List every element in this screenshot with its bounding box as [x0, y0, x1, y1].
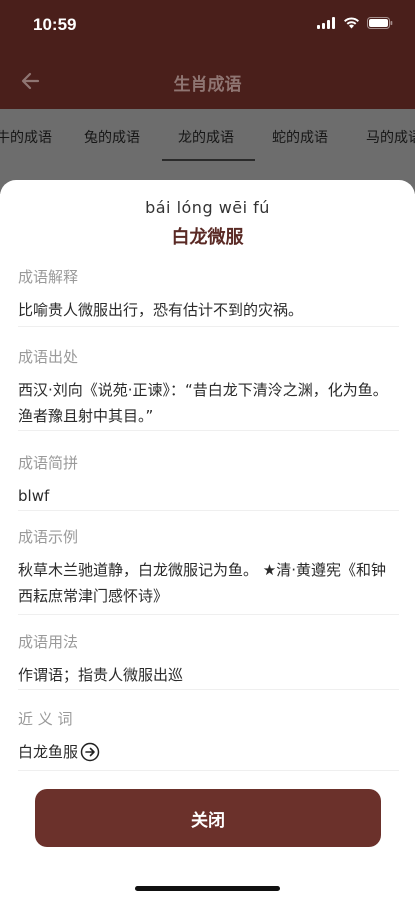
- wifi-icon: [344, 17, 359, 29]
- arrow-right-circle-icon[interactable]: [80, 742, 100, 762]
- meaning-label: 成语解释: [18, 268, 79, 286]
- abbr-label: 成语简拼: [18, 454, 79, 472]
- section-source: 成语出处 西汉·刘向《说苑·正谏》：“昔白龙下清泠之渊，化为鱼。渔者豫且射中其目…: [18, 346, 399, 431]
- status-icons: [317, 17, 393, 29]
- meaning-text: 比喻贵人微服出行，恐有估计不到的灾祸。: [18, 301, 304, 319]
- usage-text: 作谓语；指贵人微服出巡: [18, 666, 184, 684]
- example-text: 秋草木兰驰道静，白龙微服记为鱼。 ★清·黄遵宪《和钟西耘庶常津门感怀诗》: [18, 561, 386, 605]
- home-indicator: [135, 886, 280, 891]
- tab-bar: 牛的成语 兔的成语 龙的成语 蛇的成语 马的成语: [0, 109, 415, 164]
- status-bar: 10:59: [0, 0, 415, 52]
- tab-ox[interactable]: 牛的成语: [0, 127, 52, 147]
- page-title: 生肖成语: [173, 75, 242, 95]
- tab-snake[interactable]: 蛇的成语: [272, 127, 328, 147]
- usage-label: 成语用法: [18, 633, 79, 651]
- section-usage: 成语用法 作谓语；指贵人微服出巡: [18, 631, 399, 690]
- signal-icon: [317, 17, 335, 29]
- close-button[interactable]: 关闭: [35, 789, 381, 847]
- idiom-detail-sheet: bái lóng wēi fú 白龙微服 成语解释 比喻贵人微服出行，恐有估计不…: [0, 180, 415, 900]
- source-label: 成语出处: [18, 348, 79, 366]
- tab-indicator: [162, 159, 255, 161]
- section-synonym: 近 义 词 白龙鱼服: [18, 708, 399, 771]
- abbr-text: blwf: [18, 487, 50, 505]
- idiom-title: 白龙微服: [171, 227, 244, 248]
- tab-horse[interactable]: 马的成语: [366, 127, 415, 147]
- nav-bar: 生肖成语: [0, 52, 415, 109]
- synonym-label: 近 义 词: [18, 710, 73, 728]
- tab-dragon[interactable]: 龙的成语: [178, 127, 234, 147]
- example-label: 成语示例: [18, 528, 79, 546]
- status-time: 10:59: [33, 15, 77, 34]
- section-meaning: 成语解释 比喻贵人微服出行，恐有估计不到的灾祸。: [18, 266, 399, 327]
- idiom-pinyin: bái lóng wēi fú: [145, 198, 270, 217]
- battery-icon: [367, 17, 393, 29]
- tab-rabbit[interactable]: 兔的成语: [84, 127, 140, 147]
- source-text: 西汉·刘向《说苑·正谏》：“昔白龙下清泠之渊，化为鱼。渔者豫且射中其目。”: [18, 381, 388, 425]
- synonym-text[interactable]: 白龙鱼服: [18, 739, 78, 765]
- synonym-link[interactable]: 白龙鱼服: [18, 739, 399, 765]
- section-abbr: 成语简拼 blwf: [18, 452, 399, 511]
- section-example: 成语示例 秋草木兰驰道静，白龙微服记为鱼。 ★清·黄遵宪《和钟西耘庶常津门感怀诗…: [18, 526, 399, 615]
